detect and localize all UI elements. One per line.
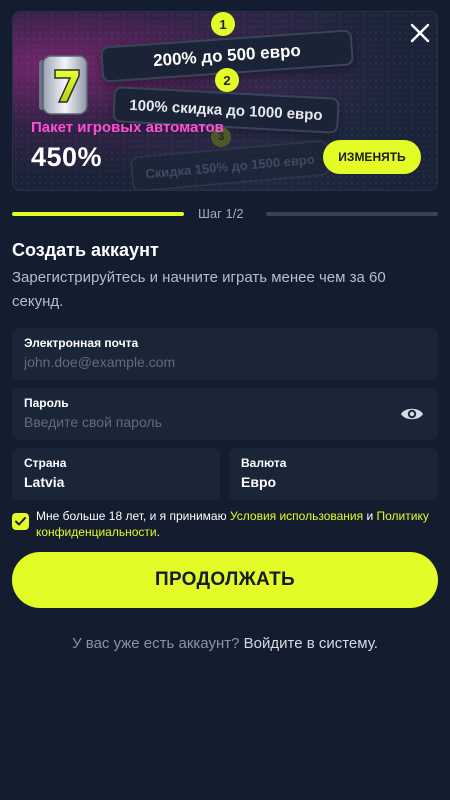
close-icon xyxy=(410,23,430,43)
email-field[interactable]: Электронная почта xyxy=(12,328,438,380)
consent-text-and: и xyxy=(363,509,377,523)
tier-1-badge: 1 xyxy=(211,12,235,36)
password-input[interactable] xyxy=(24,414,374,430)
progress-bar-remaining xyxy=(266,212,438,216)
password-label: Пароль xyxy=(24,396,69,410)
eye-icon[interactable] xyxy=(400,404,424,424)
login-link[interactable]: Войдите в систему. xyxy=(244,635,378,652)
consent-checkbox[interactable] xyxy=(12,513,29,530)
country-select[interactable]: Страна Latvia xyxy=(12,448,220,500)
password-field[interactable]: Пароль xyxy=(12,388,438,440)
page-subtitle: Зарегистрируйтесь и начните играть менее… xyxy=(12,269,386,310)
email-label: Электронная почта xyxy=(24,336,139,350)
consent-text-before: Мне больше 18 лет, и я принимаю xyxy=(36,509,230,523)
country-value: Latvia xyxy=(24,474,65,490)
change-package-button[interactable]: ИЗМЕНЯТЬ xyxy=(323,140,421,174)
page-title: Создать аккаунт xyxy=(12,240,159,260)
bonus-tier-3-text: Скидка 150% до 1500 евро xyxy=(144,151,316,181)
consent-text-after: . xyxy=(156,525,160,539)
close-button[interactable] xyxy=(409,22,431,44)
login-prompt-row: У вас уже есть аккаунт? Войдите в систем… xyxy=(0,635,450,652)
package-percent: 450% xyxy=(31,142,103,172)
progress-bar-complete xyxy=(12,212,184,216)
continue-button[interactable]: ПРОДОЛЖАТЬ xyxy=(12,552,438,608)
step-progress: Шаг 1/2 xyxy=(12,206,438,224)
tier-2-badge: 2 xyxy=(215,68,239,92)
country-label: Страна xyxy=(24,456,67,470)
email-input[interactable] xyxy=(24,354,426,370)
promo-banner: 200% до 500 евро 100% скидка до 1000 евр… xyxy=(12,11,438,191)
currency-label: Валюта xyxy=(241,456,287,470)
login-prompt: У вас уже есть аккаунт? xyxy=(72,635,240,652)
currency-select[interactable]: Валюта Евро xyxy=(229,448,438,500)
package-label: Пакет игровых автоматов xyxy=(31,119,224,136)
slot-seven-icon xyxy=(39,55,88,115)
terms-link[interactable]: Условия использования xyxy=(230,509,363,523)
bonus-tier-1-text: 200% до 500 евро xyxy=(152,40,302,71)
step-label: Шаг 1/2 xyxy=(198,206,244,221)
consent-text: Мне больше 18 лет, и я принимаю Условия … xyxy=(36,508,436,540)
checkmark-icon xyxy=(15,517,26,526)
currency-value: Евро xyxy=(241,474,277,490)
